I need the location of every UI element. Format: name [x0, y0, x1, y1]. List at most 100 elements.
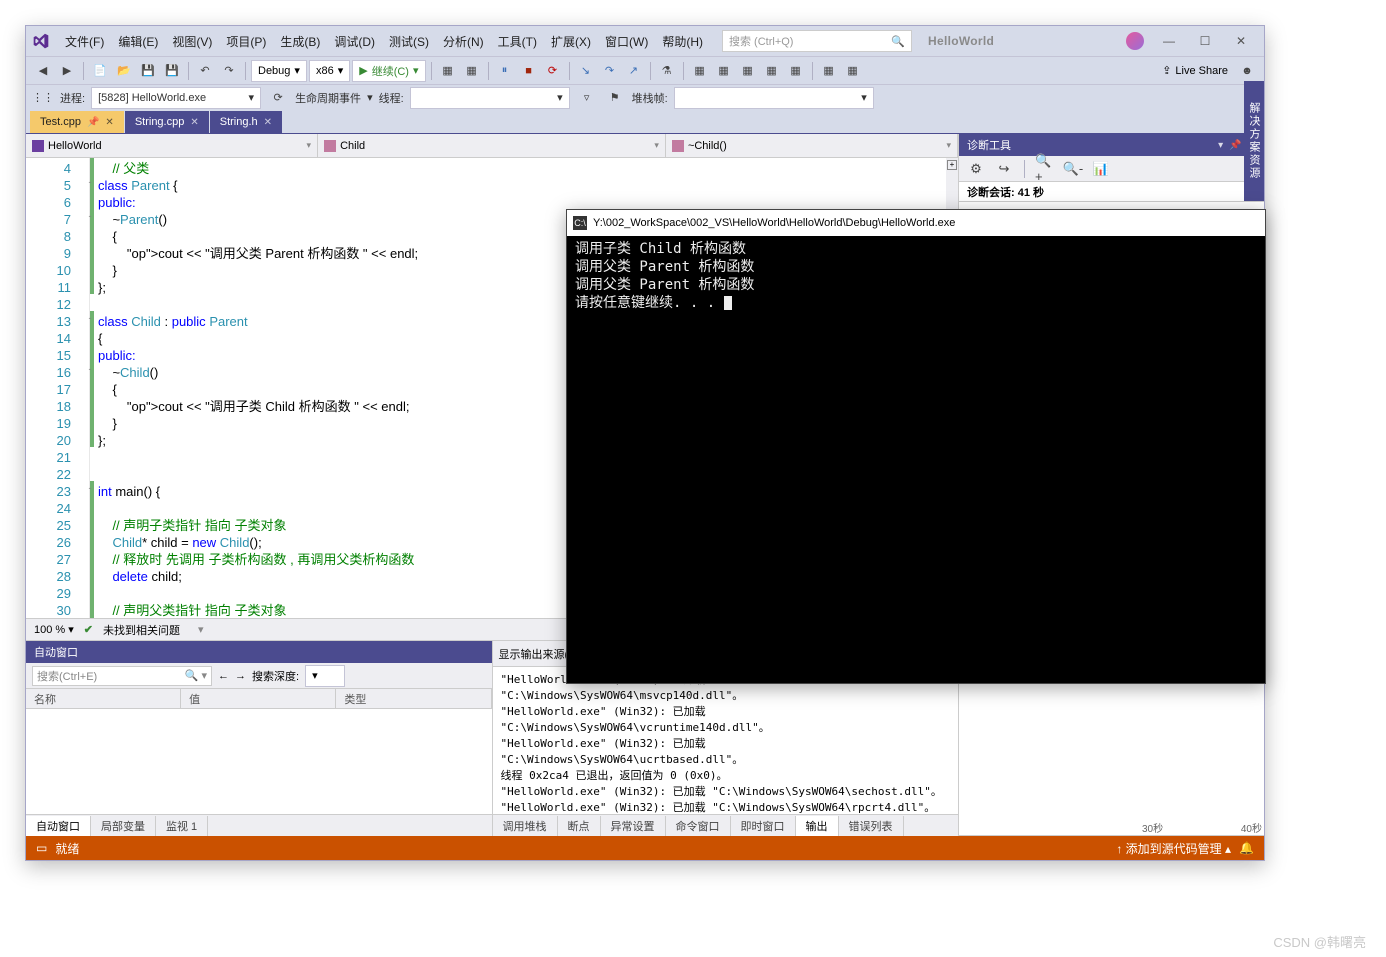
close-icon[interactable]: ✕ [105, 117, 113, 128]
autos-title: 自动窗口 [26, 641, 492, 663]
tool-icon[interactable]: ▦ [818, 60, 840, 82]
doc-tab[interactable]: String.h✕ [210, 111, 282, 133]
panel-tab[interactable]: 调用堆栈 [493, 816, 558, 836]
reset-zoom-icon[interactable]: 📊 [1090, 158, 1112, 180]
platform-combo[interactable]: x86 ▾ [309, 60, 350, 82]
step-into-icon[interactable]: ↘ [575, 60, 597, 82]
panel-tab[interactable]: 错误列表 [839, 816, 904, 836]
account-icon[interactable] [1126, 32, 1144, 50]
redo-icon[interactable]: ↷ [218, 60, 240, 82]
stackframe-label: 堆栈帧: [632, 90, 668, 106]
tool-icon[interactable]: ⚗ [656, 60, 678, 82]
nav-right-icon[interactable]: → [235, 670, 246, 682]
close-button[interactable]: ✕ [1224, 29, 1258, 53]
lifecycle-icon[interactable]: ⟳ [267, 87, 289, 109]
stackframe-combo[interactable]: ▾ [674, 87, 874, 109]
tool-icon[interactable]: ▦ [437, 60, 459, 82]
scm-button[interactable]: ↑ 添加到源代码管理 ▴ [1116, 840, 1231, 857]
config-combo[interactable]: Debug ▾ [251, 60, 307, 82]
open-icon[interactable]: 📂 [113, 60, 135, 82]
menu-item[interactable]: 分析(N) [436, 31, 491, 53]
menu-item[interactable]: 窗口(W) [598, 31, 655, 53]
panel-tab[interactable]: 异常设置 [601, 816, 666, 836]
scope-combo[interactable]: HelloWorld▾ [26, 134, 318, 157]
vs-window: 文件(F)编辑(E)视图(V)项目(P)生成(B)调试(D)测试(S)分析(N)… [25, 25, 1265, 861]
zoom-combo[interactable]: 100 % ▾ [34, 623, 74, 636]
nav-left-icon[interactable]: ← [218, 670, 229, 682]
panel-tab[interactable]: 命令窗口 [666, 816, 731, 836]
flag-icon[interactable]: ⚑ [604, 87, 626, 109]
member-combo[interactable]: ~Child()▾ [666, 134, 958, 157]
process-label: 进程: [60, 90, 85, 106]
diag-session: 诊断会话: 41 秒 [959, 182, 1264, 202]
menu-item[interactable]: 帮助(H) [655, 31, 710, 53]
close-icon[interactable]: ✕ [190, 117, 198, 128]
export-icon[interactable]: ↪ [993, 158, 1015, 180]
output-text[interactable]: "HelloWorld.exe" (Win32): 已加载 "C:\Window… [493, 667, 959, 814]
feedback-icon[interactable]: ☻ [1236, 60, 1258, 82]
class-icon [324, 140, 336, 152]
menu-item[interactable]: 视图(V) [165, 31, 219, 53]
thread-label: 线程: [379, 90, 404, 106]
step-over-icon[interactable]: ↷ [599, 60, 621, 82]
new-icon[interactable]: 📄 [89, 60, 111, 82]
tool-icon[interactable]: ▦ [785, 60, 807, 82]
tool-icon[interactable]: ▦ [461, 60, 483, 82]
tool-icon[interactable]: ▦ [737, 60, 759, 82]
menu-item[interactable]: 扩展(X) [544, 31, 598, 53]
depth-combo[interactable]: ▾ [305, 665, 345, 687]
live-share[interactable]: ⇪Live Share [1156, 64, 1234, 77]
undo-icon[interactable]: ↶ [194, 60, 216, 82]
console-body: 调用子类 Child 析构函数 调用父类 Parent 析构函数 调用父类 Pa… [567, 236, 1265, 683]
pin-icon[interactable]: 📌 [87, 117, 99, 128]
dropdown-icon[interactable]: ▾ [1218, 140, 1223, 151]
menu-item[interactable]: 调试(D) [327, 31, 382, 53]
step-out-icon[interactable]: ↗ [623, 60, 645, 82]
pause-icon[interactable]: ⏸ [494, 60, 516, 82]
tool-icon[interactable]: ▦ [761, 60, 783, 82]
solution-explorer-tab[interactable]: 解决方案资源 [1244, 81, 1264, 201]
chevron-icon[interactable]: ▾ [198, 623, 204, 636]
menu-item[interactable]: 编辑(E) [111, 31, 165, 53]
menu-item[interactable]: 工具(T) [491, 31, 544, 53]
tool-icon[interactable]: ▦ [842, 60, 864, 82]
notifications-icon[interactable]: 🔔 [1239, 841, 1254, 855]
thread-combo[interactable]: ▾ [410, 87, 570, 109]
zoom-in-icon[interactable]: 🔍+ [1034, 158, 1056, 180]
filter-icon[interactable]: ▿ [576, 87, 598, 109]
class-combo[interactable]: Child▾ [318, 134, 666, 157]
restart-icon[interactable]: ⟳ [542, 60, 564, 82]
tool-icon[interactable]: ▦ [689, 60, 711, 82]
zoom-out-icon[interactable]: 🔍- [1062, 158, 1084, 180]
panel-tab[interactable]: 输出 [796, 816, 839, 836]
minimize-button[interactable]: — [1152, 29, 1186, 53]
main-toolbar: ◀ ▶ 📄 📂 💾 💾 ↶ ↷ Debug ▾ x86 ▾ ▶ 继续(C) ▾ … [26, 56, 1264, 84]
save-all-icon[interactable]: 💾 [161, 60, 183, 82]
nav-fwd-icon[interactable]: ▶ [56, 60, 78, 82]
panel-tab[interactable]: 断点 [558, 816, 601, 836]
process-combo[interactable]: [5828] HelloWorld.exe▾ [91, 87, 261, 109]
continue-button[interactable]: ▶ 继续(C) ▾ [352, 60, 425, 82]
menu-item[interactable]: 文件(F) [58, 31, 111, 53]
nav-back-icon[interactable]: ◀ [32, 60, 54, 82]
search-box[interactable]: 搜索 (Ctrl+Q) 🔍 [722, 30, 912, 52]
panel-tab[interactable]: 自动窗口 [26, 816, 91, 836]
panel-tab[interactable]: 局部变量 [91, 816, 156, 836]
save-icon[interactable]: 💾 [137, 60, 159, 82]
console-window[interactable]: C:\ Y:\002_WorkSpace\002_VS\HelloWorld\H… [566, 209, 1266, 684]
autos-search[interactable]: 搜索(Ctrl+E)🔍 ▾ [32, 666, 212, 686]
doc-tab[interactable]: String.cpp✕ [125, 111, 209, 133]
menu-item[interactable]: 测试(S) [382, 31, 436, 53]
tool-icon[interactable]: ▦ [713, 60, 735, 82]
panel-tab[interactable]: 监视 1 [156, 816, 208, 836]
close-icon[interactable]: ✕ [264, 117, 272, 128]
menu-item[interactable]: 生成(B) [273, 31, 327, 53]
menu-item[interactable]: 项目(P) [219, 31, 273, 53]
pin-icon[interactable]: 📌 [1229, 140, 1241, 151]
gear-icon[interactable]: ⚙ [965, 158, 987, 180]
panel-tab[interactable]: 即时窗口 [731, 816, 796, 836]
project-icon [32, 140, 44, 152]
maximize-button[interactable]: ☐ [1188, 29, 1222, 53]
stop-icon[interactable]: ■ [518, 60, 540, 82]
doc-tab[interactable]: Test.cpp📌✕ [30, 111, 124, 133]
